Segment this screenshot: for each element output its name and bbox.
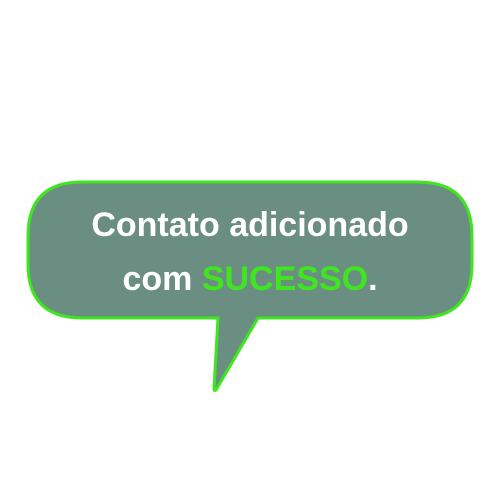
toast-message-suffix: . [368, 260, 378, 298]
toast-message-prefix: com [122, 260, 202, 298]
toast-message-line2: com SUCESSO. [24, 252, 476, 306]
toast-message: Contato adicionado com SUCESSO. [24, 198, 476, 306]
success-highlight: SUCESSO [201, 260, 369, 298]
toast-notification: Contato adicionado com SUCESSO. [0, 0, 500, 500]
toast-message-line1: Contato adicionado [91, 206, 409, 244]
